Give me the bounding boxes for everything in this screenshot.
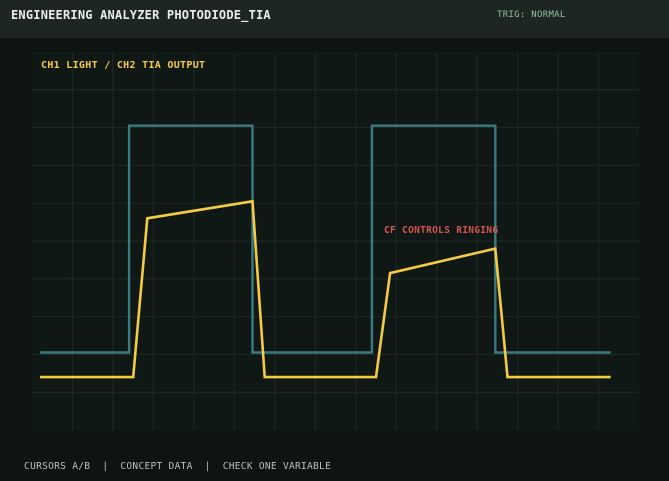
status-concept-data: CONCEPT DATA <box>120 461 193 472</box>
status-separator: | <box>102 461 109 472</box>
scope-display[interactable]: CH1 LIGHT / CH2 TIA OUTPUT CF CONTROLS R… <box>32 52 639 430</box>
ch2-tia-output-trace <box>40 199 611 379</box>
waveform-plot <box>32 52 639 430</box>
ch1-light-trace <box>40 124 611 354</box>
scope-channel-title: CH1 LIGHT / CH2 TIA OUTPUT <box>41 60 206 71</box>
app-title: ENGINEERING ANALYZER PHOTODIODE_TIA <box>11 8 271 22</box>
grid <box>32 52 639 430</box>
annotation-note: CF CONTROLS RINGING <box>384 225 499 236</box>
status-check-variable: CHECK ONE VARIABLE <box>222 461 332 472</box>
trigger-mode-label[interactable]: TRIG: NORMAL <box>497 10 566 20</box>
traces <box>40 124 611 379</box>
status-bar: CURSORS A/B | CONCEPT DATA | CHECK ONE V… <box>12 450 331 472</box>
status-cursors[interactable]: CURSORS A/B <box>24 461 90 472</box>
title-bar: ENGINEERING ANALYZER PHOTODIODE_TIA TRIG… <box>0 0 669 38</box>
status-separator: | <box>204 461 211 472</box>
